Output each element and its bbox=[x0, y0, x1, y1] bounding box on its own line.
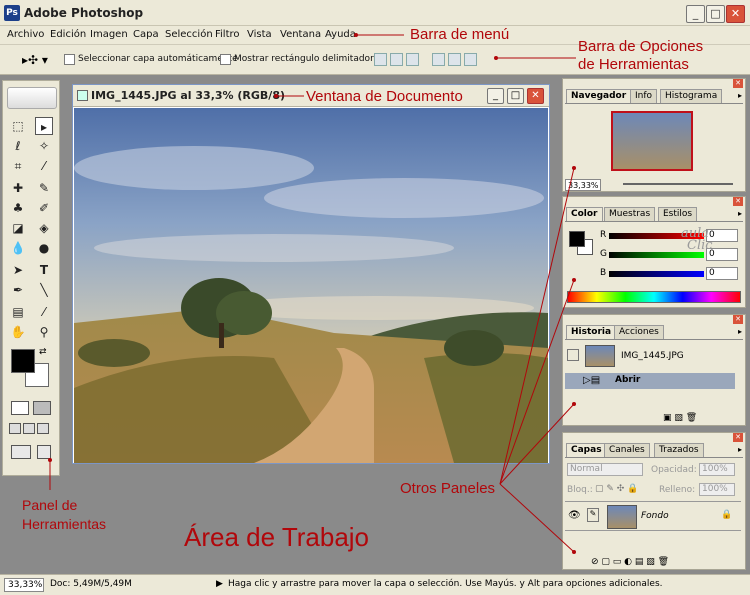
annotation-tools-2: Herramientas bbox=[22, 516, 107, 532]
annotation-tools-1: Panel de bbox=[22, 497, 78, 513]
annotation-options-bar-1: Barra de Opciones bbox=[578, 38, 704, 55]
annotation-menu-bar: Barra de menú bbox=[410, 26, 510, 43]
photoshop-window: Ps Adobe Photoshop _ □ ✕ Archivo Edición… bbox=[0, 0, 750, 595]
foreground-color-front bbox=[11, 349, 35, 373]
annotation-other-panels: Otros Paneles bbox=[400, 480, 496, 497]
annotation-work-area: Área de Trabajo bbox=[184, 522, 370, 552]
annotation-doc-window: Ventana de Documento bbox=[306, 88, 463, 105]
annotation-options-bar-2: de Herramientas bbox=[578, 56, 689, 73]
